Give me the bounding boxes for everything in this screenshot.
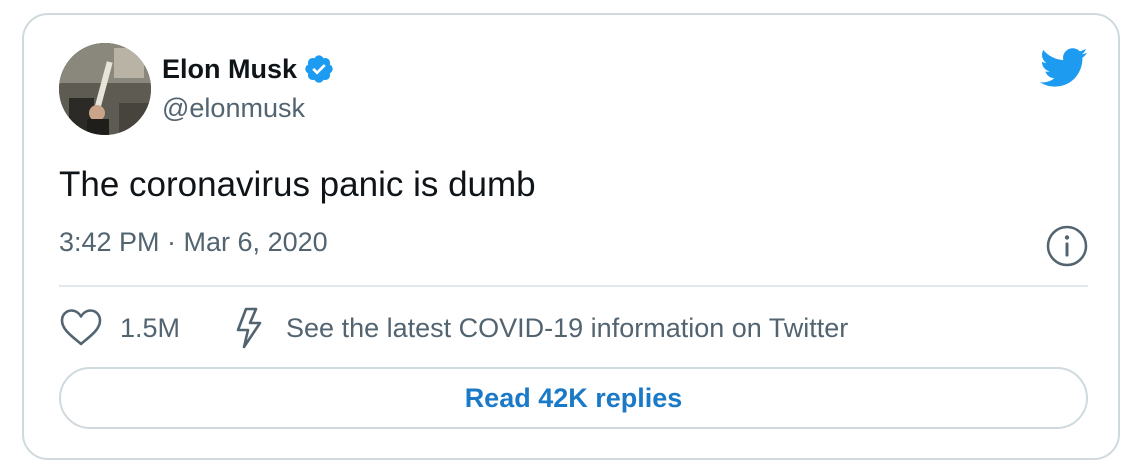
read-replies-label: Read 42K replies bbox=[464, 382, 683, 413]
info-icon[interactable] bbox=[1045, 224, 1089, 268]
lightning-bolt-icon bbox=[236, 307, 262, 349]
tweet-text: The coronavirus panic is dumb bbox=[59, 165, 536, 204]
read-replies-button[interactable]: Read 42K replies bbox=[59, 367, 1088, 429]
avatar[interactable] bbox=[59, 43, 151, 135]
like-button[interactable]: 1.5M bbox=[59, 308, 180, 348]
twitter-bird-icon[interactable] bbox=[1040, 48, 1088, 88]
profile-photo bbox=[59, 43, 151, 135]
tweet-card: Elon Musk @elonmusk The coronavirus pani… bbox=[22, 13, 1120, 460]
verified-badge-icon bbox=[305, 55, 333, 83]
covid-info-link[interactable]: See the latest COVID-19 information on T… bbox=[232, 306, 848, 350]
divider bbox=[59, 285, 1088, 287]
display-name[interactable]: Elon Musk bbox=[162, 54, 297, 85]
tweet-actions: 1.5M See the latest COVID-19 information… bbox=[59, 307, 848, 349]
author-handle[interactable]: @elonmusk bbox=[162, 93, 305, 124]
tweet-timestamp[interactable]: 3:42 PM · Mar 6, 2020 bbox=[59, 227, 328, 258]
author-name-row[interactable]: Elon Musk bbox=[162, 50, 335, 88]
covid-link-text: See the latest COVID-19 information on T… bbox=[286, 312, 849, 343]
heart-icon bbox=[60, 309, 102, 346]
like-count: 1.5M bbox=[120, 312, 181, 343]
